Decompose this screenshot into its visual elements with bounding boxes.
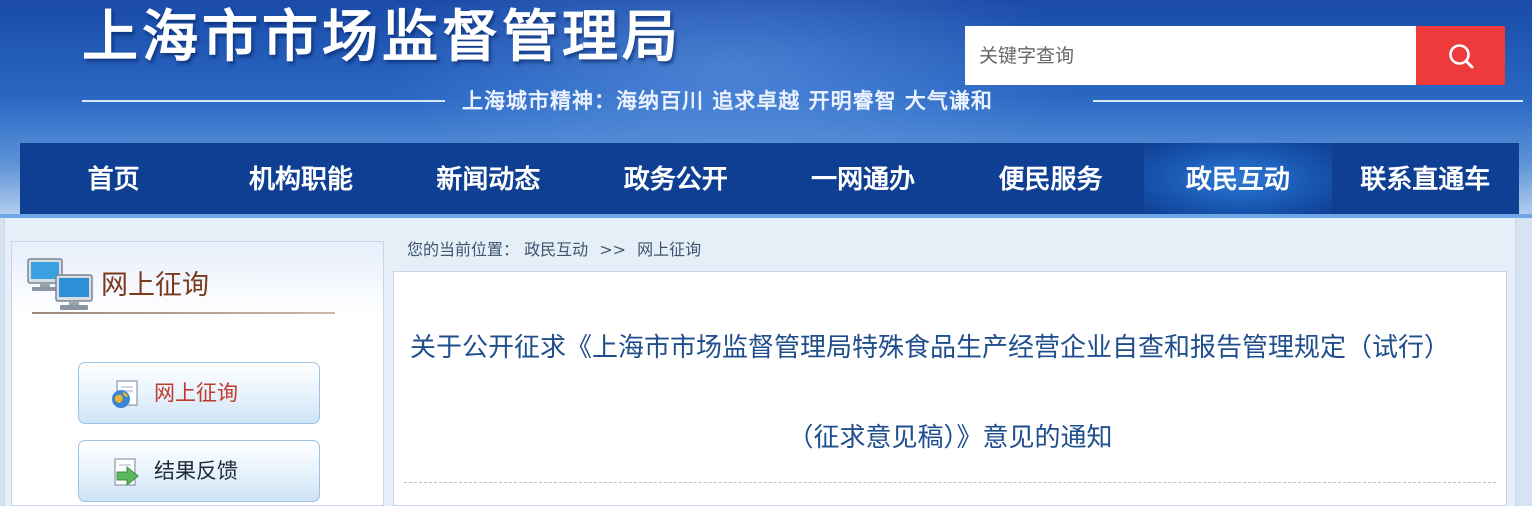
breadcrumb-item-online-consultation[interactable]: 网上征询: [637, 240, 701, 259]
nav-item-gov-affairs[interactable]: 政务公开: [582, 143, 769, 215]
slogan-divider-right: [1093, 100, 1523, 102]
sidebar-item-online-consultation[interactable]: 网上征询: [78, 362, 320, 424]
sidebar-item-result-feedback[interactable]: 结果反馈: [78, 440, 320, 502]
sidebar-item-label: 结果反馈: [154, 459, 238, 483]
breadcrumb-prefix: 您的当前位置：: [407, 240, 520, 259]
nav-item-functions[interactable]: 机构职能: [207, 143, 394, 215]
sidebar-header-divider: [32, 312, 335, 314]
city-slogan: 上海城市精神：海纳百川 追求卓越 开明睿智 大气谦和: [462, 89, 993, 113]
breadcrumb: 您的当前位置： 政民互动 >> 网上征询: [407, 237, 701, 263]
arrow-document-icon: [114, 458, 139, 487]
globe-document-icon: [112, 380, 138, 408]
main-nav: 首页 机构职能 新闻动态 政务公开 一网通办 便民服务 政民互动 联系直通车: [20, 143, 1519, 215]
site-title: 上海市市场监督管理局: [82, 5, 682, 70]
sidebar-title: 网上征询: [101, 270, 209, 301]
search-input[interactable]: [965, 26, 1416, 85]
article-title-line1: 关于公开征求《上海市市场监督管理局特殊食品生产经营企业自查和报告管理规定（试行）: [410, 333, 1451, 363]
nav-item-news[interactable]: 新闻动态: [395, 143, 582, 215]
computers-icon: [27, 258, 93, 310]
search-icon: [1448, 43, 1473, 68]
slogan-divider-left: [82, 100, 445, 102]
nav-item-public-services[interactable]: 便民服务: [957, 143, 1144, 215]
nav-item-interaction[interactable]: 政民互动: [1144, 143, 1332, 215]
nav-item-one-stop[interactable]: 一网通办: [770, 143, 957, 215]
sidebar-item-label: 网上征询: [154, 381, 238, 405]
breadcrumb-separator: >>: [599, 240, 627, 259]
nav-item-contact[interactable]: 联系直通车: [1332, 143, 1519, 215]
article-panel: 关于公开征求《上海市市场监督管理局特殊食品生产经营企业自查和报告管理规定（试行）…: [393, 271, 1507, 506]
title-divider: [404, 482, 1496, 483]
search-button[interactable]: [1416, 26, 1505, 85]
sidebar: 网上征询 网上征询 结果反馈: [11, 241, 384, 506]
breadcrumb-item-interaction[interactable]: 政民互动: [524, 240, 588, 259]
article-title-line2: （征求意见稿）》意见的通知: [787, 423, 1113, 453]
nav-item-home[interactable]: 首页: [20, 143, 207, 215]
